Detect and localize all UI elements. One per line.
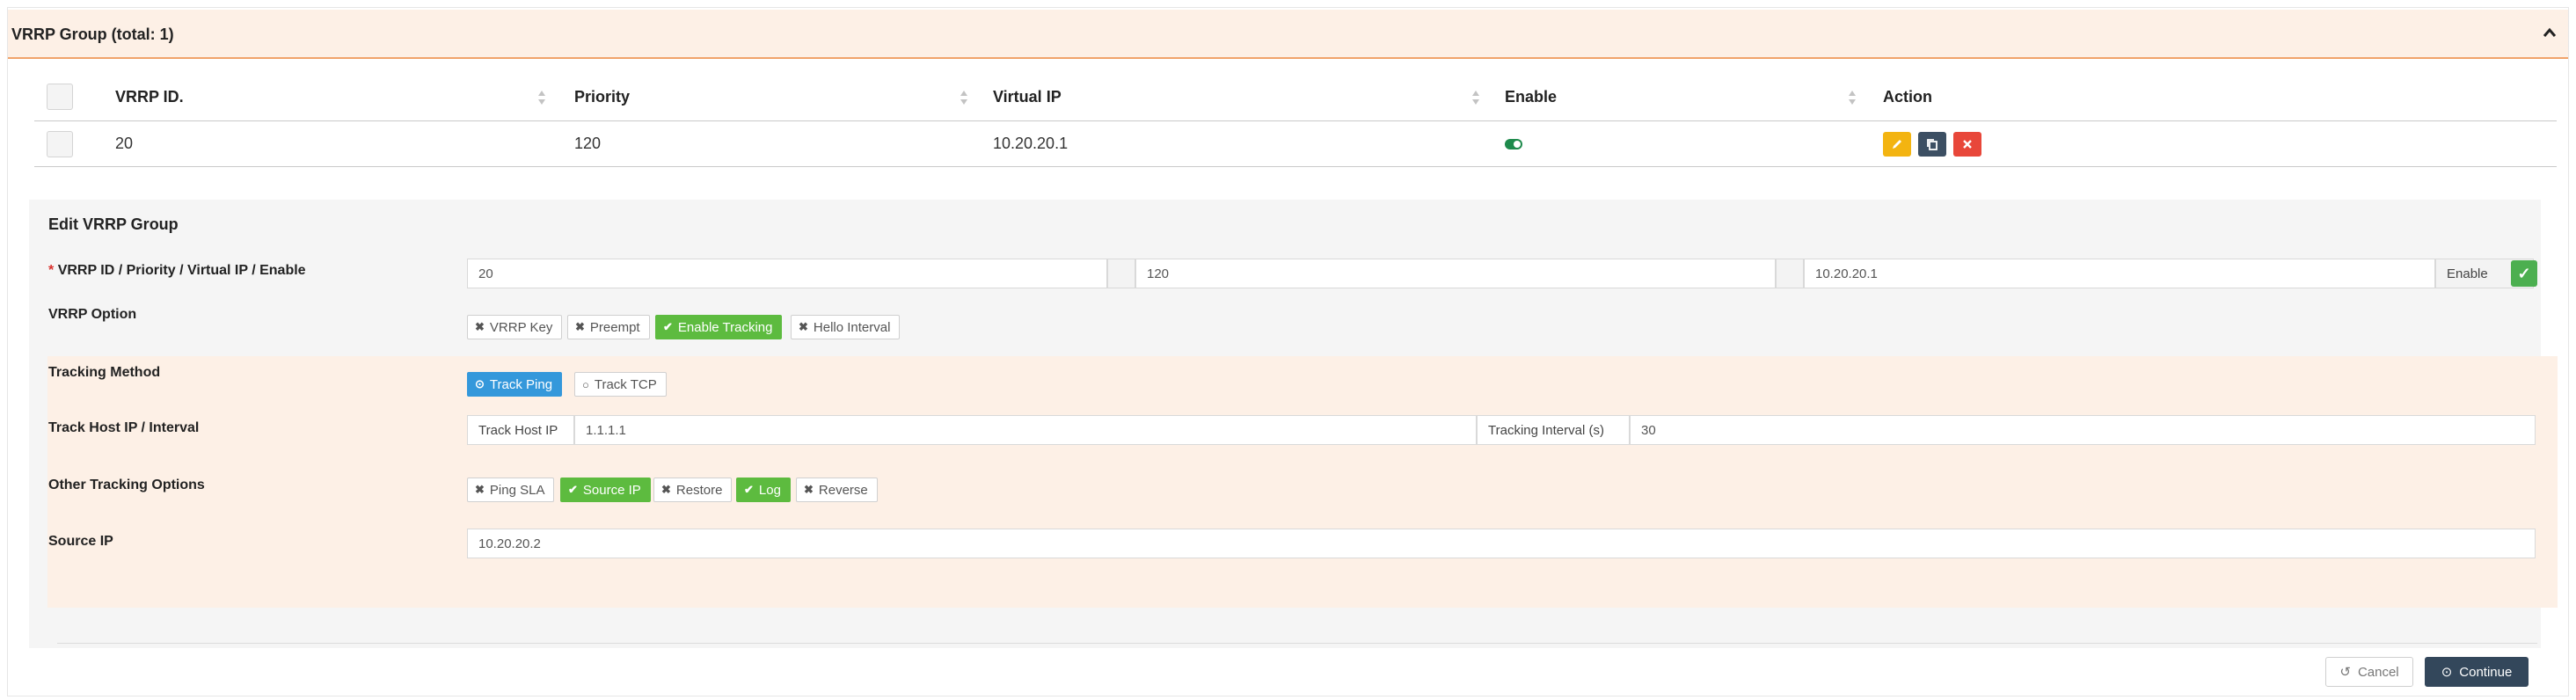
footer-divider <box>57 643 2537 644</box>
continue-button[interactable]: ⊙ Continue <box>2425 657 2529 687</box>
sort-icon[interactable] <box>1471 89 1480 106</box>
sort-icon[interactable] <box>1848 89 1857 106</box>
enable-tracking-option[interactable]: ✔ Enable Tracking <box>655 315 783 339</box>
track-host-addon: Track Host IP <box>467 415 574 445</box>
reverse-label: Reverse <box>818 482 868 498</box>
input-separator <box>1776 259 1804 288</box>
input-separator <box>1107 259 1135 288</box>
copy-button[interactable] <box>1918 131 1946 157</box>
tracking-interval-input[interactable]: 30 <box>1630 415 2536 445</box>
header-enable[interactable]: Enable <box>1505 73 1557 120</box>
header-action: Action <box>1883 87 1932 106</box>
cancel-label: Cancel <box>2357 664 2399 680</box>
panel-title: VRRP Group (total: 1) <box>11 26 174 43</box>
log-label: Log <box>758 482 781 498</box>
chevron-up-icon[interactable] <box>2542 26 2558 41</box>
track-host-label: Track Host IP / Interval <box>48 420 200 435</box>
virtual-ip-input[interactable]: 10.20.20.1 <box>1804 259 2435 288</box>
table-header-row: VRRP ID. Priority Virtual IP Enable Acti… <box>34 73 2557 121</box>
x-icon: ✖ <box>575 320 585 333</box>
source-ip-input[interactable]: 10.20.20.2 <box>467 529 2536 558</box>
radio-icon: ⊙ <box>475 377 485 390</box>
track-ping-label: Track Ping <box>489 376 553 392</box>
edit-section-title: Edit VRRP Group <box>48 215 179 233</box>
edit-button[interactable] <box>1883 131 1911 157</box>
vrrp-key-label: VRRP Key <box>489 319 553 335</box>
tracking-method-label: Tracking Method <box>48 365 161 380</box>
x-icon: ✖ <box>799 320 808 333</box>
x-icon: ✖ <box>804 483 814 496</box>
cell-enable <box>1505 121 1522 166</box>
select-all-checkbox[interactable] <box>47 84 73 110</box>
vrrp-key-option[interactable]: ✖ VRRP Key <box>467 315 563 339</box>
undo-icon: ↺ <box>2339 665 2351 680</box>
enable-tracking-label: Enable Tracking <box>677 319 773 335</box>
check-icon: ✔ <box>744 483 754 496</box>
row-checkbox-cell <box>47 121 73 166</box>
header-vrrp-id[interactable]: VRRP ID. <box>115 73 184 120</box>
sort-icon[interactable] <box>537 89 546 106</box>
continue-icon: ⊙ <box>2441 665 2453 680</box>
check-icon: ✔ <box>663 320 673 333</box>
header-checkbox-cell <box>47 73 73 120</box>
track-tcp-option[interactable]: ○ Track TCP <box>574 372 667 397</box>
vrrp-main-label-text: VRRP ID / Priority / Virtual IP / Enable <box>57 263 306 278</box>
track-host-input[interactable]: 1.1.1.1 <box>574 415 1477 445</box>
continue-label: Continue <box>2459 664 2513 680</box>
cell-actions <box>1883 121 1989 166</box>
ping-sla-label: Ping SLA <box>489 482 545 498</box>
x-icon: ✖ <box>661 483 671 496</box>
copy-icon <box>1927 138 1937 150</box>
pencil-icon <box>1893 139 1901 149</box>
required-mark: * <box>48 263 55 278</box>
source-ip-label: Source IP <box>48 534 113 549</box>
reverse-option[interactable]: ✖ Reverse <box>796 478 878 502</box>
header-priority[interactable]: Priority <box>574 73 630 120</box>
cancel-button[interactable]: ↺ Cancel <box>2325 657 2413 687</box>
cell-priority: 120 <box>574 135 602 152</box>
radio-icon: ○ <box>582 377 589 391</box>
vrrp-id-input[interactable]: 20 <box>467 259 1107 288</box>
sort-icon[interactable] <box>960 89 968 106</box>
preempt-label: Preempt <box>589 319 640 335</box>
toggle-icon[interactable] <box>1505 138 1522 149</box>
enable-label: Enable <box>2447 266 2488 281</box>
source-ip-option[interactable]: ✔ Source IP <box>560 478 651 502</box>
log-option[interactable]: ✔ Log <box>736 478 791 502</box>
ping-sla-option[interactable]: ✖ Ping SLA <box>467 478 555 502</box>
vrrp-group-panel: VRRP Group (total: 1) VRRP ID. Priority … <box>7 7 2569 696</box>
close-icon <box>1963 139 1972 149</box>
delete-button[interactable] <box>1953 131 1981 157</box>
check-icon: ✓ <box>2517 264 2531 282</box>
enable-checkbox[interactable]: ✓ <box>2511 260 2537 287</box>
check-icon: ✔ <box>568 483 578 496</box>
x-icon: ✖ <box>475 320 485 333</box>
row-checkbox[interactable] <box>47 130 73 157</box>
tracking-interval-addon-label: Tracking Interval (s) <box>1488 422 1604 438</box>
hello-interval-option[interactable]: ✖ Hello Interval <box>791 315 901 339</box>
other-tracking-label: Other Tracking Options <box>48 478 205 492</box>
priority-input[interactable]: 120 <box>1135 259 1776 288</box>
track-host-addon-label: Track Host IP <box>478 422 558 438</box>
source-ip-option-label: Source IP <box>582 482 641 498</box>
tracking-options-area <box>47 356 2558 608</box>
track-ping-option[interactable]: ⊙ Track Ping <box>467 372 563 397</box>
hello-interval-label: Hello Interval <box>813 319 891 335</box>
vrrp-option-label: VRRP Option <box>48 307 137 322</box>
track-tcp-label: Track TCP <box>594 376 657 392</box>
restore-option[interactable]: ✖ Restore <box>653 478 733 502</box>
preempt-option[interactable]: ✖ Preempt <box>567 315 650 339</box>
panel-header: VRRP Group (total: 1) <box>8 10 2568 59</box>
edit-vrrp-group-section: Edit VRRP Group * VRRP ID / Priority / V… <box>29 200 2558 648</box>
cell-vrrp-id: 20 <box>115 135 134 152</box>
restore-label: Restore <box>675 482 723 498</box>
tracking-interval-addon: Tracking Interval (s) <box>1477 415 1630 445</box>
cell-virtual-ip: 10.20.20.1 <box>993 135 1069 152</box>
header-virtual-ip[interactable]: Virtual IP <box>993 73 1062 120</box>
x-icon: ✖ <box>475 483 485 496</box>
vrrp-main-label: * VRRP ID / Priority / Virtual IP / Enab… <box>48 263 306 279</box>
table-row[interactable]: 20 120 10.20.20.1 <box>34 121 2557 167</box>
